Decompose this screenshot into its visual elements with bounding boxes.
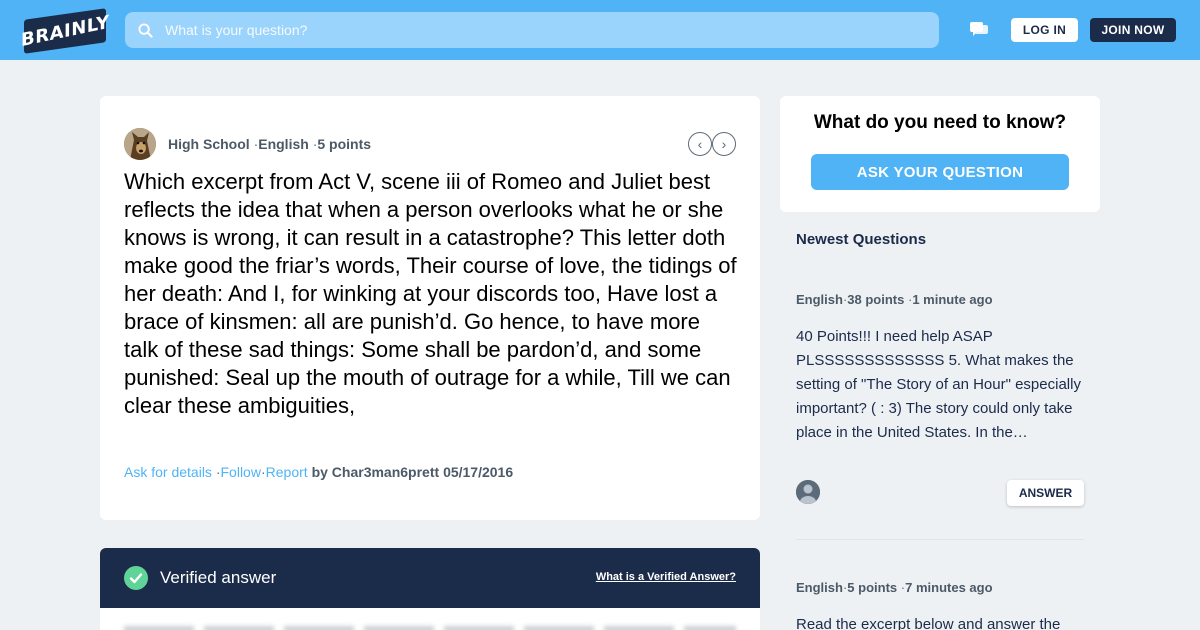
ask-for-details-link[interactable]: Ask for details xyxy=(124,464,212,480)
newest-question-item[interactable]: English·5 points ·7 minutes ago Read the… xyxy=(796,580,1084,630)
messages-icon[interactable] xyxy=(968,19,990,41)
newest-question-text[interactable]: Read the excerpt below and answer the xyxy=(796,613,1084,630)
newest-question-time: 7 minutes ago xyxy=(905,580,993,595)
ask-card-title: What do you need to know? xyxy=(813,112,1067,133)
login-button[interactable]: LOG IN xyxy=(1011,18,1078,42)
verified-answer-header: Verified answer What is a Verified Answe… xyxy=(100,548,760,608)
newest-question-meta: English·5 points ·7 minutes ago xyxy=(796,580,1084,595)
subject-link[interactable]: English xyxy=(258,136,309,152)
newest-question-subject[interactable]: English xyxy=(796,292,843,307)
question-text: Which excerpt from Act V, scene iii of R… xyxy=(124,169,737,418)
newest-question-meta: English·38 points ·1 minute ago xyxy=(796,292,1084,307)
ask-question-card: What do you need to know? ASK YOUR QUEST… xyxy=(780,96,1100,212)
blurred-answer-text xyxy=(124,626,736,630)
report-link[interactable]: Report xyxy=(266,464,308,480)
question-card: High School ·English ·5 points ‹ › Which… xyxy=(100,96,760,520)
follow-link[interactable]: Follow xyxy=(221,464,261,480)
check-icon xyxy=(124,566,148,590)
ask-your-question-button[interactable]: ASK YOUR QUESTION xyxy=(811,154,1069,190)
verified-answer-card: Verified answer What is a Verified Answe… xyxy=(100,548,760,630)
newest-question-points: 5 points xyxy=(847,580,898,595)
user-avatar-icon[interactable] xyxy=(796,480,820,504)
question-nav: ‹ › xyxy=(688,132,736,156)
join-now-button[interactable]: JOIN NOW xyxy=(1090,18,1176,42)
question-date: 05/17/2016 xyxy=(443,464,514,480)
newest-question-subject[interactable]: English xyxy=(796,580,843,595)
search-input[interactable] xyxy=(165,22,925,38)
author-name[interactable]: Char3man6prett xyxy=(332,464,439,480)
question-points: 5 points xyxy=(317,136,372,152)
top-bar: BRAINLY LOG IN JOIN NOW xyxy=(0,0,1200,60)
search-bar[interactable] xyxy=(125,12,939,48)
brainly-logo[interactable]: BRAINLY xyxy=(20,8,110,54)
question-actions: Ask for details ·Follow·Report by Char3m… xyxy=(124,464,513,480)
newest-question-time: 1 minute ago xyxy=(912,292,993,307)
verified-answer-title: Verified answer xyxy=(160,568,277,587)
newest-question-text[interactable]: 40 Points!!! I need help ASAP PLSSSSSSSS… xyxy=(796,325,1084,445)
verified-answer-info-link[interactable]: What is a Verified Answer? xyxy=(596,571,736,583)
by-label: by xyxy=(311,464,328,480)
newest-question-item[interactable]: English·38 points ·1 minute ago 40 Point… xyxy=(796,292,1084,445)
newest-questions-title: Newest Questions xyxy=(796,231,927,248)
divider xyxy=(796,539,1084,540)
newest-question-points: 38 points xyxy=(847,292,905,307)
school-level[interactable]: High School xyxy=(168,136,250,152)
question-meta: High School ·English ·5 points xyxy=(168,136,371,152)
logo-text: BRAINLY xyxy=(20,11,110,51)
verified-answer-body xyxy=(100,608,760,630)
search-icon xyxy=(125,22,165,38)
next-icon[interactable]: › xyxy=(712,132,736,156)
previous-icon[interactable]: ‹ xyxy=(688,132,712,156)
newest-question-footer: ANSWER xyxy=(796,480,1084,506)
answer-button[interactable]: ANSWER xyxy=(1007,480,1084,506)
asker-avatar[interactable] xyxy=(124,128,156,160)
